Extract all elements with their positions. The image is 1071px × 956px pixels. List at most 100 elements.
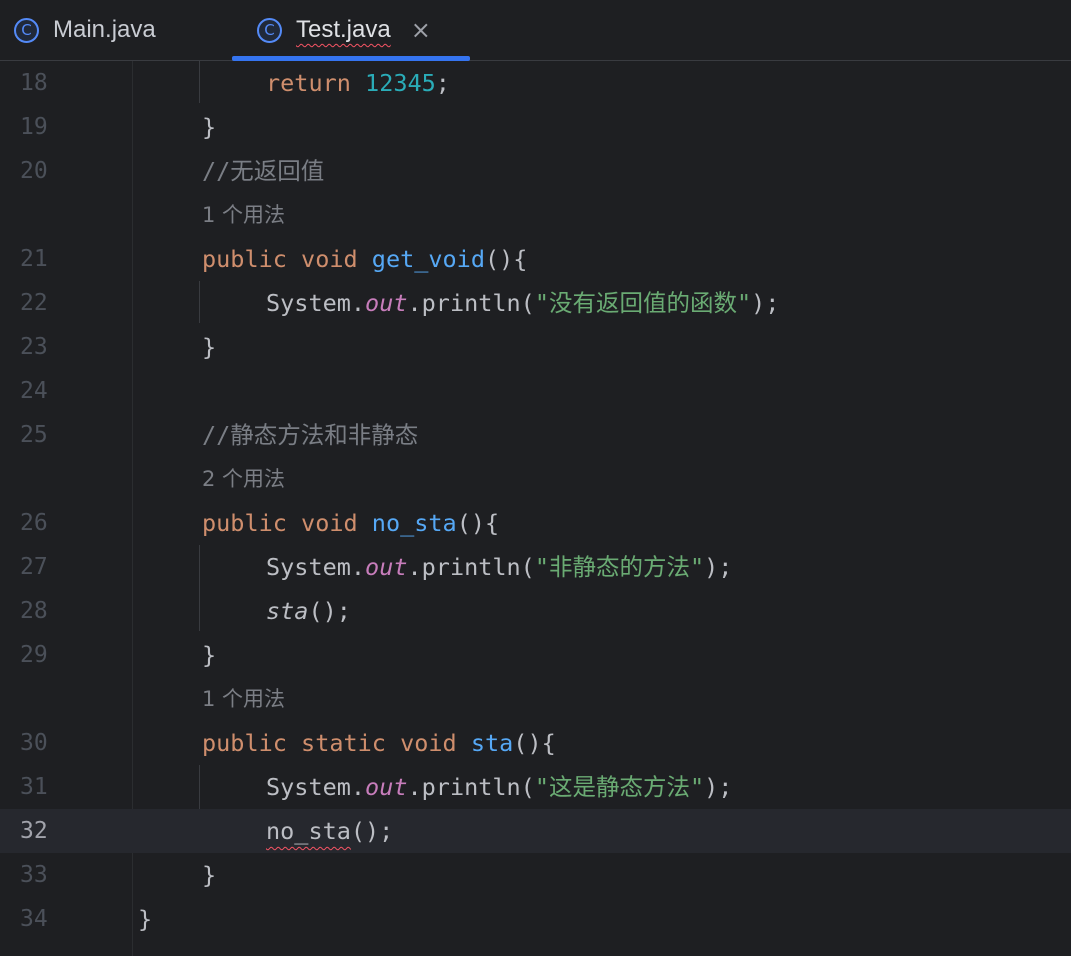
punctuation: (); xyxy=(350,817,394,845)
inlay-hint-line: 1 个用法 xyxy=(0,193,1071,237)
line-number: 31 xyxy=(20,774,48,800)
closing-brace: } xyxy=(138,905,153,933)
code-line: 22 System.out.println("没有返回值的函数"); xyxy=(0,281,1071,325)
class-ref: System. xyxy=(266,553,366,581)
punctuation: (){ xyxy=(513,729,556,757)
line-number: 23 xyxy=(20,334,48,360)
code-text: sta(); xyxy=(266,589,351,633)
code-line: 20 //无返回值 xyxy=(0,149,1071,193)
punctuation: ; xyxy=(435,69,450,97)
punctuation: ); xyxy=(704,773,733,801)
line-number: 21 xyxy=(20,246,48,272)
code-comment: //静态方法和非静态 xyxy=(202,421,419,449)
code-text: System.out.println("非静态的方法"); xyxy=(266,545,732,589)
line-number: 24 xyxy=(20,378,48,404)
usage-hint[interactable]: 1 个用法 xyxy=(202,677,285,721)
code-line: 29 } xyxy=(0,633,1071,677)
line-number: 29 xyxy=(20,642,48,668)
line-number: 28 xyxy=(20,598,48,624)
method-name: no_sta xyxy=(371,509,457,537)
keyword: public xyxy=(202,729,287,757)
keyword: void xyxy=(400,729,457,757)
code-line: 30 public static void sta(){ xyxy=(0,721,1071,765)
code-text: public static void sta(){ xyxy=(202,721,556,765)
class-ref: System. xyxy=(266,289,366,317)
class-ref: System. xyxy=(266,773,366,801)
code-text: System.out.println("没有返回值的函数"); xyxy=(266,281,779,325)
keyword: return xyxy=(266,69,351,97)
inlay-hint-line: 1 个用法 xyxy=(0,677,1071,721)
usage-hint[interactable]: 2 个用法 xyxy=(202,457,285,501)
ide-window: C Main.java C Test.java × 18 return 1234… xyxy=(0,0,1071,956)
line-number: 26 xyxy=(20,510,48,536)
code-line: 28 sta(); xyxy=(0,589,1071,633)
code-line: 25 //静态方法和非静态 xyxy=(0,413,1071,457)
code-line-partial xyxy=(0,941,1071,956)
keyword: public xyxy=(202,245,287,273)
punctuation: (){ xyxy=(484,245,528,273)
line-number: 33 xyxy=(20,862,48,888)
code-text: System.out.println("这是静态方法"); xyxy=(266,765,732,809)
string-literal: "这是静态方法" xyxy=(534,773,705,801)
code-comment: //无返回值 xyxy=(202,157,325,185)
code-text: return 12345; xyxy=(266,61,450,105)
tab-main-java[interactable]: C Main.java xyxy=(14,0,214,60)
code-text: public void get_void(){ xyxy=(202,237,527,281)
code-line: 18 return 12345; xyxy=(0,61,1071,105)
inlay-hint-line: 2 个用法 xyxy=(0,457,1071,501)
keyword: static xyxy=(301,729,386,757)
line-number: 32 xyxy=(20,818,48,844)
method-call: .println( xyxy=(407,773,535,801)
method-call: .println( xyxy=(407,553,535,581)
code-line: 26 public void no_sta(){ xyxy=(0,501,1071,545)
closing-brace: } xyxy=(202,641,217,669)
close-icon[interactable]: × xyxy=(411,18,431,42)
closing-brace: } xyxy=(202,333,217,361)
static-field: out xyxy=(365,553,408,581)
punctuation: (){ xyxy=(456,509,500,537)
keyword: public xyxy=(202,509,287,537)
punctuation: ); xyxy=(704,553,733,581)
code-line: 24 xyxy=(0,369,1071,413)
line-number: 34 xyxy=(20,906,48,932)
line-number: 22 xyxy=(20,290,48,316)
editor-tab-bar: C Main.java C Test.java × xyxy=(0,0,1071,61)
line-number: 18 xyxy=(20,70,48,96)
static-field: out xyxy=(365,289,408,317)
method-name: get_void xyxy=(371,245,485,273)
code-line: 34 } xyxy=(0,897,1071,941)
line-number: 25 xyxy=(20,422,48,448)
keyword: void xyxy=(301,509,358,537)
keyword: void xyxy=(301,245,358,273)
current-code-line: 32 no_sta(); xyxy=(0,809,1071,853)
string-literal: "没有返回值的函数" xyxy=(534,289,752,317)
method-name: sta xyxy=(470,729,514,757)
code-line: 31 System.out.println("这是静态方法"); xyxy=(0,765,1071,809)
java-class-icon: C xyxy=(257,17,282,43)
code-line: 19 } xyxy=(0,105,1071,149)
static-method-call: sta xyxy=(266,597,309,625)
line-number: 19 xyxy=(20,114,48,140)
line-number: 30 xyxy=(20,730,48,756)
punctuation: (); xyxy=(308,597,351,625)
punctuation: ); xyxy=(751,289,780,317)
tab-label: Test.java xyxy=(296,16,391,43)
line-number: 27 xyxy=(20,554,48,580)
tab-test-java[interactable]: C Test.java × xyxy=(232,0,468,60)
code-line: 23 } xyxy=(0,325,1071,369)
code-line: 33 } xyxy=(0,853,1071,897)
code-text: public void no_sta(){ xyxy=(202,501,499,545)
string-literal: "非静态的方法" xyxy=(534,553,705,581)
code-line: 27 System.out.println("非静态的方法"); xyxy=(0,545,1071,589)
code-text: no_sta(); xyxy=(266,809,393,853)
usage-hint[interactable]: 1 个用法 xyxy=(202,193,285,237)
line-number: 20 xyxy=(20,158,48,184)
number-literal: 12345 xyxy=(365,69,436,97)
method-call: .println( xyxy=(407,289,535,317)
code-line: 21 public void get_void(){ xyxy=(0,237,1071,281)
code-editor[interactable]: 18 return 12345; 19 } 20 //无返回值 1 个用法 21… xyxy=(0,61,1071,956)
tab-label: Main.java xyxy=(53,16,156,43)
error-method-call[interactable]: no_sta xyxy=(266,817,351,845)
java-class-icon: C xyxy=(14,17,39,43)
closing-brace: } xyxy=(202,861,217,889)
